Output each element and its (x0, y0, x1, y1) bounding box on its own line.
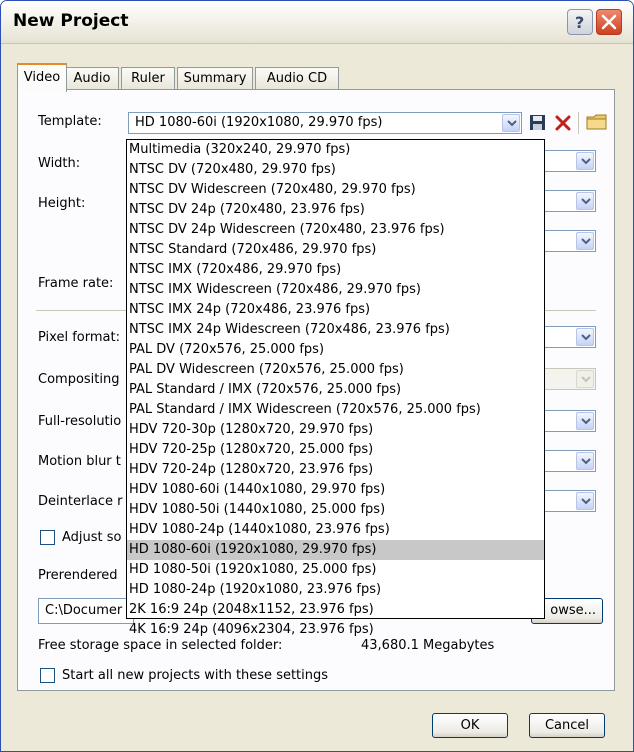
title-bar: New Project ? (1, 1, 633, 44)
save-icon (530, 115, 545, 130)
help-button[interactable]: ? (567, 9, 593, 35)
compositing-label: Compositing (38, 372, 120, 387)
template-option[interactable]: HD 1080-24p (1920x1080, 23.976 fps) (127, 580, 544, 600)
prerendered-folder-input[interactable]: C:\Documer (38, 598, 134, 624)
tab-ruler[interactable]: Ruler (121, 67, 175, 90)
deinterlace-select[interactable] (544, 490, 596, 512)
help-icon: ? (575, 13, 584, 32)
template-option[interactable]: PAL DV (720x576, 25.000 fps) (127, 340, 544, 360)
chevron-down-icon (581, 198, 591, 205)
new-project-dialog: New Project ? Video Audio Ruler Summary … (0, 0, 634, 752)
height-dropdown-button[interactable] (576, 192, 594, 210)
tab-audio-cd[interactable]: Audio CD (255, 67, 339, 90)
height-label: Height: (38, 196, 86, 211)
chevron-down-icon (581, 498, 591, 505)
folder-path-value: C:\Documer (45, 603, 123, 618)
delete-template-button[interactable] (553, 113, 573, 133)
chevron-down-icon (581, 158, 591, 165)
cancel-button[interactable]: Cancel (529, 713, 605, 738)
template-option[interactable]: HD 1080-60i (1920x1080, 29.970 fps) (127, 540, 544, 560)
template-option[interactable]: PAL DV Widescreen (720x576, 25.000 fps) (127, 360, 544, 380)
free-space-label: Free storage space in selected folder: (38, 638, 283, 653)
template-option[interactable]: NTSC Standard (720x486, 29.970 fps) (127, 240, 544, 260)
compositing-dropdown-button (576, 370, 594, 388)
template-option[interactable]: PAL Standard / IMX Widescreen (720x576, … (127, 400, 544, 420)
template-option[interactable]: NTSC DV 24p (720x480, 23.976 fps) (127, 200, 544, 220)
full-resolution-select[interactable] (544, 410, 596, 432)
template-option[interactable]: HDV 1080-60i (1440x1080, 29.970 fps) (127, 480, 544, 500)
field-order-select[interactable] (544, 230, 596, 252)
template-dropdown-button[interactable] (502, 114, 520, 132)
template-option[interactable]: HDV 720-24p (1280x720, 23.976 fps) (127, 460, 544, 480)
full-resolution-dropdown-button[interactable] (576, 412, 594, 430)
pixel-format-label: Pixel format: (38, 330, 120, 345)
template-option[interactable]: 4K 16:9 24p (4096x2304, 23.976 fps) (127, 620, 544, 640)
template-option[interactable]: HDV 1080-50i (1440x1080, 25.000 fps) (127, 500, 544, 520)
template-label: Template: (38, 114, 102, 129)
start-all-label: Start all new projects with these settin… (62, 668, 329, 683)
template-option[interactable]: HDV 1080-24p (1440x1080, 23.976 fps) (127, 520, 544, 540)
full-resolution-label: Full-resolutio (38, 414, 122, 429)
adjust-label: Adjust so (62, 530, 122, 545)
start-all-checkbox[interactable] (40, 668, 55, 683)
motion-blur-dropdown-button[interactable] (576, 452, 594, 470)
template-option[interactable]: 2K 16:9 24p (2048x1152, 23.976 fps) (127, 600, 544, 620)
template-option[interactable]: NTSC IMX 24p Widescreen (720x486, 23.976… (127, 320, 544, 340)
template-option[interactable]: NTSC IMX Widescreen (720x486, 29.970 fps… (127, 280, 544, 300)
free-space-value: 43,680.1 Megabytes (361, 638, 495, 653)
tab-audio[interactable]: Audio (65, 67, 119, 90)
chevron-down-icon (581, 238, 591, 245)
template-dropdown-list[interactable]: Multimedia (320x240, 29.970 fps) NTSC DV … (126, 139, 545, 637)
save-template-button[interactable] (528, 113, 548, 133)
folder-icon (586, 114, 607, 130)
template-option[interactable]: NTSC IMX 24p (720x486, 23.976 fps) (127, 300, 544, 320)
width-label: Width: (38, 156, 81, 171)
template-option[interactable]: NTSC DV Widescreen (720x480, 29.970 fps) (127, 180, 544, 200)
chevron-down-icon (507, 120, 517, 127)
template-option[interactable]: NTSC DV 24p Widescreen (720x480, 23.976 … (127, 220, 544, 240)
height-select[interactable] (544, 190, 596, 212)
field-order-dropdown-button[interactable] (576, 232, 594, 250)
tab-summary[interactable]: Summary (177, 67, 253, 90)
template-option[interactable]: Multimedia (320x240, 29.970 fps) (127, 140, 544, 160)
template-option[interactable]: NTSC IMX (720x486, 29.970 fps) (127, 260, 544, 280)
width-dropdown-button[interactable] (576, 152, 594, 170)
deinterlace-dropdown-button[interactable] (576, 492, 594, 510)
chevron-down-icon (581, 418, 591, 425)
delete-icon (555, 115, 571, 131)
chevron-down-icon (581, 334, 591, 341)
adjust-checkbox[interactable] (40, 530, 55, 545)
prerendered-label: Prerendered (38, 568, 118, 583)
compositing-select (544, 368, 596, 390)
template-option[interactable]: HD 1080-50i (1920x1080, 25.000 fps) (127, 560, 544, 580)
pixel-format-dropdown-button[interactable] (576, 328, 594, 346)
template-option[interactable]: PAL Standard / IMX (720x576, 25.000 fps) (127, 380, 544, 400)
chevron-down-icon (581, 458, 591, 465)
window-title: New Project (13, 11, 129, 31)
template-option[interactable]: HDV 720-30p (1280x720, 29.970 fps) (127, 420, 544, 440)
open-folder-button[interactable] (586, 112, 607, 132)
pixel-format-select[interactable] (544, 326, 596, 348)
frame-rate-label: Frame rate: (38, 276, 114, 291)
tab-video[interactable]: Video (17, 63, 67, 92)
template-value: HD 1080-60i (1920x1080, 29.970 fps) (135, 115, 383, 130)
motion-blur-select[interactable] (544, 450, 596, 472)
toolbar-divider (578, 112, 579, 134)
template-select[interactable]: HD 1080-60i (1920x1080, 29.970 fps) (128, 112, 522, 134)
template-option[interactable]: NTSC DV (720x480, 29.970 fps) (127, 160, 544, 180)
motion-blur-label: Motion blur t (38, 454, 121, 469)
close-button[interactable] (596, 9, 622, 35)
close-icon (601, 14, 617, 30)
width-select[interactable] (544, 150, 596, 172)
ok-button[interactable]: OK (432, 713, 508, 738)
svg-text:?: ? (575, 13, 584, 32)
deinterlace-label: Deinterlace r (38, 494, 123, 509)
template-option[interactable]: HDV 720-25p (1280x720, 25.000 fps) (127, 440, 544, 460)
chevron-down-icon (581, 376, 591, 383)
